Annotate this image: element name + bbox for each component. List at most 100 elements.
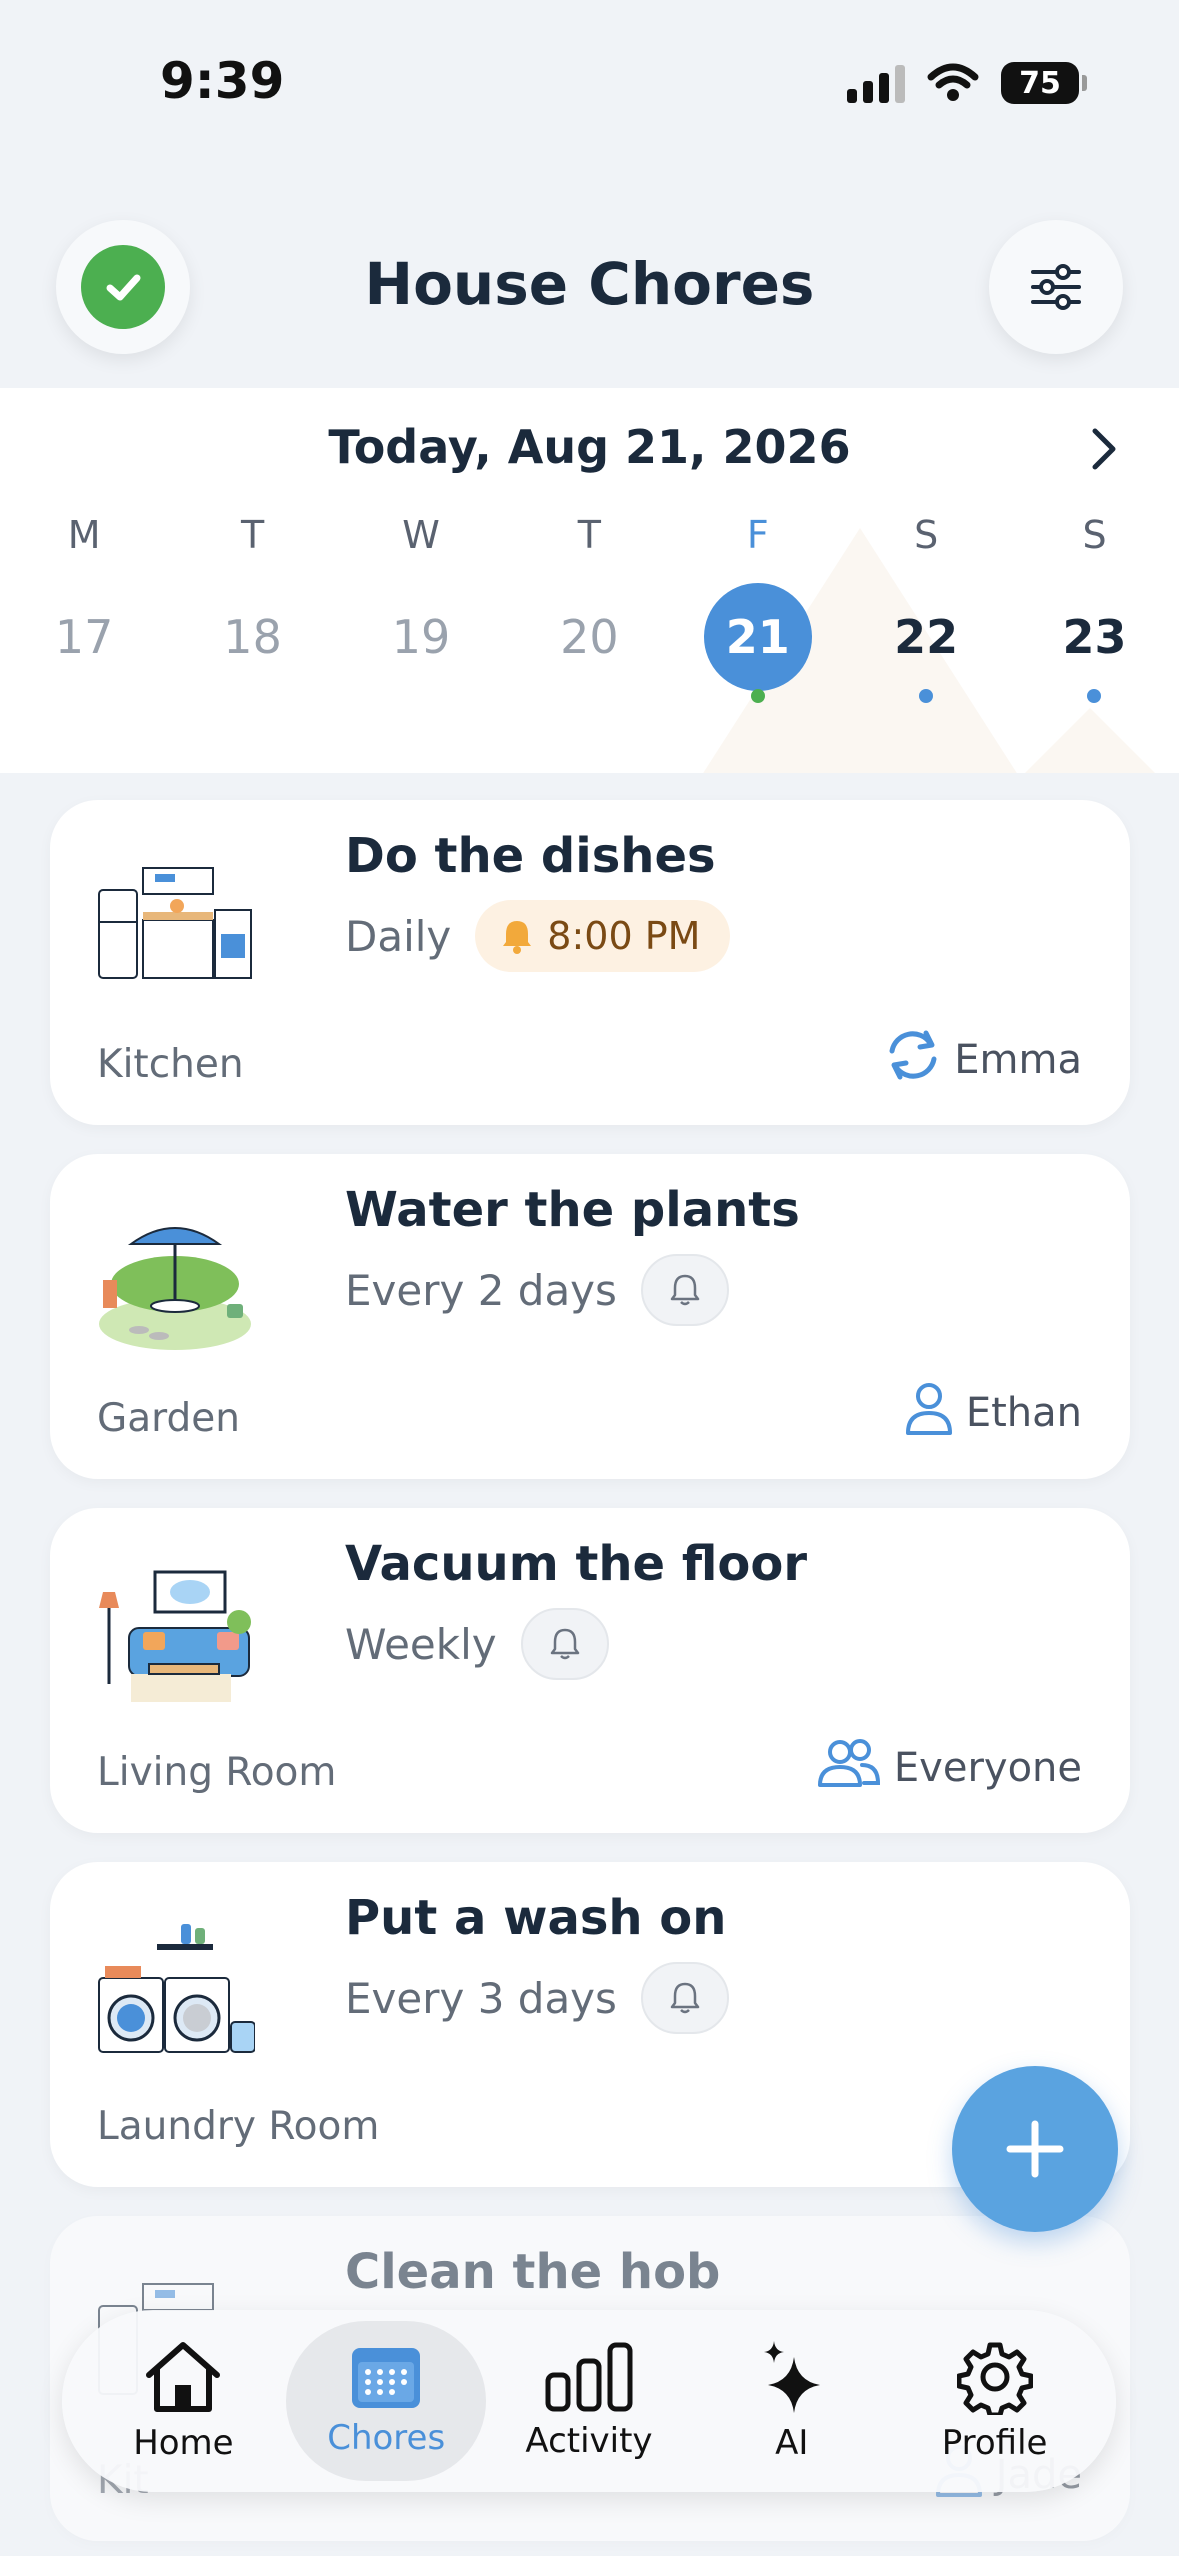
group-icon xyxy=(816,1737,882,1799)
chore-assignee: Ethan xyxy=(904,1381,1082,1445)
chore-indicator-dot xyxy=(1087,689,1102,703)
bell-icon xyxy=(670,1982,700,2014)
chore-illustration xyxy=(95,1568,255,1708)
assignee-name: Everyone xyxy=(893,1745,1082,1791)
day-number: 20 xyxy=(560,610,619,664)
decoration xyxy=(1020,708,1160,773)
chore-frequency: Every 2 days xyxy=(345,1265,617,1315)
chore-list: Do the dishes Daily 8:00 PM Kitchen Emma Wate… xyxy=(50,800,1130,2556)
tab-ai[interactable]: AI xyxy=(692,2321,892,2481)
chore-room: Kitchen xyxy=(97,1042,244,1087)
add-chore-button[interactable] xyxy=(952,2066,1118,2232)
chore-assignee: Everyone xyxy=(816,1737,1082,1799)
chore-meta: Every 3 days xyxy=(345,1962,729,2034)
bell-icon xyxy=(670,1274,700,1306)
chore-room: Garden xyxy=(97,1396,240,1441)
chore-illustration xyxy=(95,860,255,1000)
battery-icon: 75 xyxy=(1001,62,1087,104)
day-letter: T xyxy=(240,513,265,557)
filter-button[interactable] xyxy=(989,220,1123,354)
day-number: 17 xyxy=(54,610,114,664)
chore-frequency: Weekly xyxy=(345,1619,497,1669)
tab-activity[interactable]: Activity xyxy=(489,2321,689,2481)
status-icons: 75 xyxy=(847,62,1087,104)
signal-icon xyxy=(847,63,905,103)
day-letter: S xyxy=(1082,513,1107,557)
bell-icon xyxy=(550,1628,579,1660)
tab-home[interactable]: Home xyxy=(83,2321,283,2481)
chore-assignee: Emma xyxy=(884,1029,1082,1091)
day-23[interactable]: S 23 xyxy=(1010,513,1178,703)
next-week-button[interactable] xyxy=(1079,424,1129,474)
wifi-icon xyxy=(927,63,979,101)
gear-icon xyxy=(956,2342,1033,2415)
chore-title: Clean the hob xyxy=(345,2244,721,2300)
day-row: M 17 T 18 W 19 T 20 F 21 S 22 S 23 xyxy=(0,513,1179,703)
chore-title: Put a wash on xyxy=(345,1890,727,1946)
tab-label: Home xyxy=(133,2423,234,2463)
tab-label: AI xyxy=(775,2423,809,2463)
bell-icon xyxy=(503,921,532,954)
sparkle-icon xyxy=(763,2341,820,2413)
chevron-right-icon xyxy=(1092,428,1116,470)
reminder-button[interactable] xyxy=(520,1608,609,1680)
tab-profile[interactable]: Profile xyxy=(895,2321,1095,2481)
chore-indicator-dot xyxy=(750,689,765,703)
bar-chart-icon xyxy=(545,2342,633,2412)
reminder-button[interactable] xyxy=(640,1962,729,2034)
plus-icon xyxy=(1006,2120,1064,2178)
chore-room: Living Room xyxy=(97,1750,337,1795)
day-22[interactable]: S 22 xyxy=(842,513,1010,703)
assignee-name: Emma xyxy=(954,1037,1082,1083)
chore-card[interactable]: Water the plants Every 2 days Garden Ethan xyxy=(50,1154,1130,1479)
day-number: 23 xyxy=(1062,610,1127,664)
day-letter: M xyxy=(67,513,101,557)
day-18[interactable]: T 18 xyxy=(168,513,336,691)
chore-card[interactable]: Do the dishes Daily 8:00 PM Kitchen Emma xyxy=(50,800,1130,1125)
tab-chores[interactable]: Chores xyxy=(286,2321,487,2481)
tab-label: Profile xyxy=(941,2423,1048,2463)
assignee-name: Ethan xyxy=(965,1390,1082,1436)
chore-illustration xyxy=(95,1214,255,1354)
reminder-button[interactable] xyxy=(640,1254,729,1326)
day-number: 19 xyxy=(391,610,451,664)
day-19[interactable]: W 19 xyxy=(337,513,505,691)
chore-meta: Daily 8:00 PM xyxy=(345,900,731,972)
tab-bar: Home Chores Activity AI Profile xyxy=(62,2310,1116,2492)
day-number: 18 xyxy=(223,610,282,664)
chore-title: Vacuum the floor xyxy=(345,1536,808,1592)
day-21[interactable]: F 21 xyxy=(674,513,842,703)
day-letter: T xyxy=(577,513,601,557)
status-time: 9:39 xyxy=(160,52,285,110)
day-number: 22 xyxy=(894,610,959,664)
day-letter: S xyxy=(914,513,939,557)
calendar-icon xyxy=(352,2348,421,2408)
status-bar: 9:39 75 xyxy=(0,0,1179,170)
day-letter: W xyxy=(402,513,440,557)
day-20[interactable]: T 20 xyxy=(505,513,673,691)
day-number: 21 xyxy=(703,583,812,691)
chore-indicator-dot xyxy=(918,689,933,703)
chore-meta: Weekly xyxy=(345,1608,609,1680)
reminder-chip[interactable]: 8:00 PM xyxy=(475,900,731,972)
sliders-icon xyxy=(1031,264,1081,310)
battery-level: 75 xyxy=(1019,65,1061,101)
day-letter: F xyxy=(746,513,769,557)
chore-frequency: Every 3 days xyxy=(345,1973,617,2023)
rotate-icon xyxy=(884,1029,942,1091)
tab-label: Chores xyxy=(327,2418,446,2458)
header: House Chores xyxy=(0,210,1179,370)
reminder-time: 8:00 PM xyxy=(547,914,701,958)
chore-illustration xyxy=(95,1922,256,2062)
chore-meta: Every 2 days xyxy=(345,1254,729,1326)
person-icon xyxy=(904,1381,954,1445)
day-17[interactable]: M 17 xyxy=(0,513,168,691)
chore-card[interactable]: Vacuum the floor Weekly Living Room Everyon… xyxy=(50,1508,1130,1833)
home-icon xyxy=(146,2342,221,2412)
calendar-title: Today, Aug 21, 2026 xyxy=(328,420,851,474)
tab-label: Activity xyxy=(525,2421,653,2461)
chore-frequency: Daily xyxy=(345,911,452,961)
chore-title: Do the dishes xyxy=(345,828,716,884)
week-calendar: Today, Aug 21, 2026 M 17 T 18 W 19 T 20 F 21 S 22 S 2… xyxy=(0,388,1179,773)
chore-title: Water the plants xyxy=(345,1182,800,1238)
